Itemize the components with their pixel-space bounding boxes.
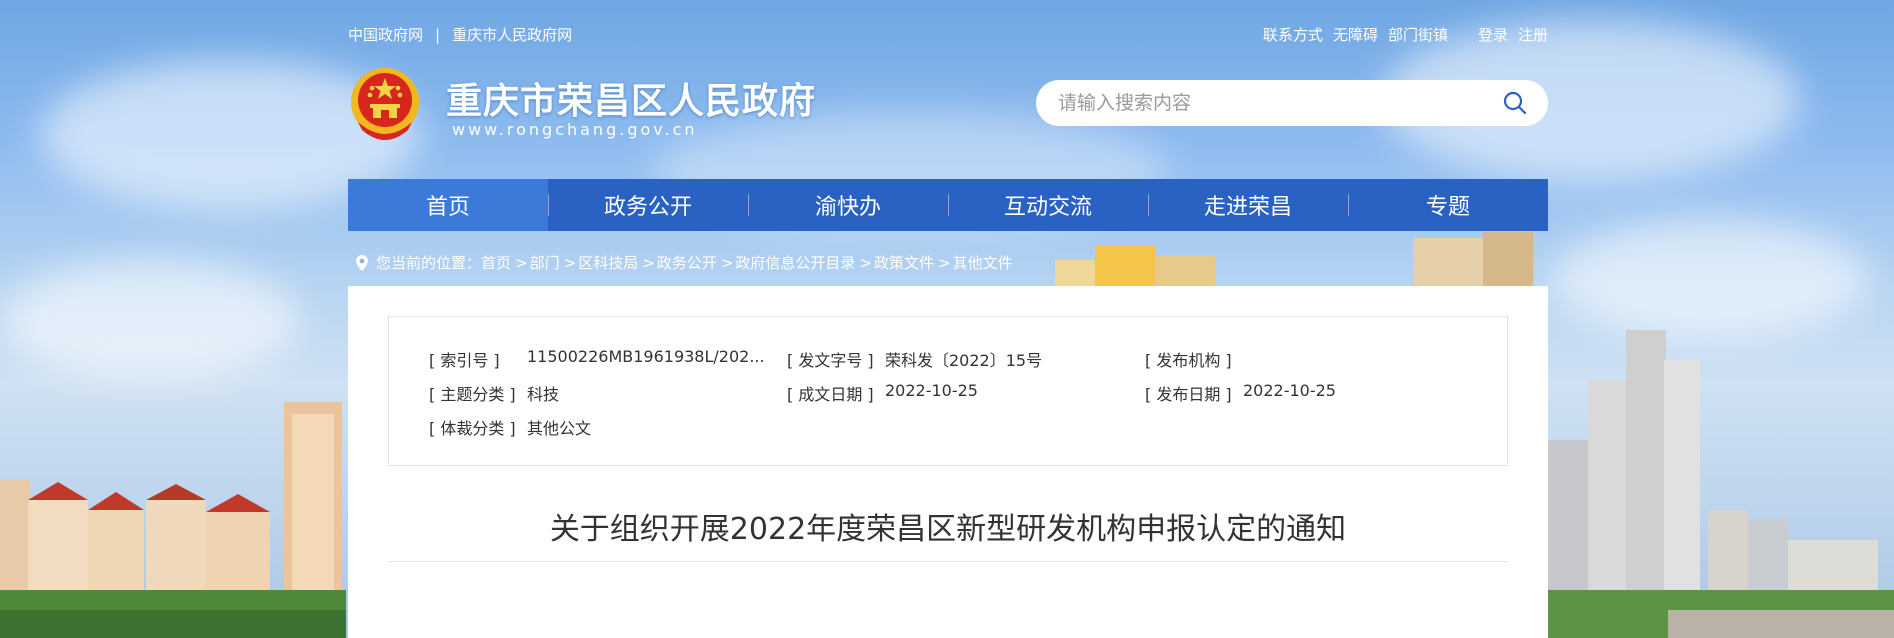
- title-divider: [388, 561, 1508, 562]
- site-title[interactable]: 重庆市荣昌区人民政府: [446, 72, 816, 124]
- breadcrumb-separator: >: [515, 253, 528, 272]
- breadcrumb-item[interactable]: 政务公开: [657, 252, 717, 273]
- breadcrumb-item[interactable]: 其他文件: [953, 252, 1013, 273]
- meta-cell-publish-date: [ 发布日期 ] 2022-10-25: [1145, 381, 1503, 405]
- meta-value-publish-date: 2022-10-25: [1243, 381, 1336, 400]
- search-icon[interactable]: [1502, 90, 1528, 116]
- gov-cn-link[interactable]: 中国政府网: [348, 24, 423, 45]
- nav-item-interaction[interactable]: 互动交流: [948, 179, 1148, 231]
- cq-gov-link[interactable]: 重庆市人民政府网: [452, 24, 572, 45]
- breadcrumb-separator: >: [642, 253, 655, 272]
- meta-row: [ 索引号 ] 11500226MB1961938L/202... [ 发文字号…: [429, 347, 1503, 371]
- nav-item-about-rongchang[interactable]: 走进荣昌: [1148, 179, 1348, 231]
- location-pin-icon: [356, 254, 368, 271]
- contact-link[interactable]: 联系方式: [1263, 24, 1323, 45]
- login-link[interactable]: 登录: [1478, 24, 1508, 45]
- site-url: www.rongchang.gov.cn: [452, 120, 698, 139]
- nav-item-yukuaiban[interactable]: 渝快办: [748, 179, 948, 231]
- breadcrumb-item[interactable]: 政府信息公开目录: [735, 252, 855, 273]
- meta-cell-topic: [ 主题分类 ] 科技: [429, 381, 787, 405]
- breadcrumb-item[interactable]: 首页: [481, 252, 511, 273]
- background-buildings-center: [1055, 246, 1215, 286]
- nav-item-topics[interactable]: 专题: [1348, 179, 1548, 231]
- accessibility-link[interactable]: 无障碍: [1333, 24, 1378, 45]
- meta-row: [ 主题分类 ] 科技 [ 成文日期 ] 2022-10-25 [ 发布日期 ]…: [429, 381, 1503, 405]
- national-emblem-icon[interactable]: [348, 64, 422, 144]
- breadcrumb-prefix: 您当前的位置：: [376, 254, 482, 272]
- meta-label: [ 主题分类 ]: [429, 385, 516, 404]
- meta-cell-index: [ 索引号 ] 11500226MB1961938L/202...: [429, 347, 787, 371]
- meta-label: [ 发文字号 ]: [787, 351, 874, 370]
- meta-value-written-date: 2022-10-25: [885, 381, 978, 400]
- meta-value-publisher: [1243, 347, 1483, 371]
- meta-label: [ 体裁分类 ]: [429, 419, 516, 438]
- meta-value-index-no: 11500226MB1961938L/202...: [527, 347, 765, 366]
- meta-cell-publisher: [ 发布机构 ]: [1145, 347, 1503, 371]
- breadcrumb-separator: >: [938, 253, 951, 272]
- breadcrumb-item[interactable]: 政策文件: [874, 252, 934, 273]
- link-separator: |: [435, 25, 441, 44]
- search-input[interactable]: [1056, 91, 1502, 115]
- breadcrumb-separator: >: [859, 253, 872, 272]
- utility-links: 联系方式 无障碍 部门街镇 登录 注册: [1263, 24, 1548, 45]
- document-title: 关于组织开展2022年度荣昌区新型研发机构申报认定的通知: [549, 512, 1347, 547]
- content-panel: [ 索引号 ] 11500226MB1961938L/202... [ 发文字号…: [348, 286, 1548, 638]
- meta-label: [ 发布机构 ]: [1145, 351, 1232, 370]
- meta-row: [ 体裁分类 ] 其他公文: [429, 415, 787, 439]
- background-buildings-right: [1548, 330, 1894, 638]
- nav-item-gov-affairs[interactable]: 政务公开: [548, 179, 748, 231]
- breadcrumb-separator: >: [563, 253, 577, 272]
- meta-label: [ 索引号 ]: [429, 351, 500, 370]
- breadcrumb-item[interactable]: 部门: [530, 252, 560, 273]
- meta-cell-genre: [ 体裁分类 ] 其他公文: [429, 415, 787, 439]
- main-nav: 首页 政务公开 渝快办 互动交流 走进荣昌 专题: [348, 179, 1548, 231]
- background-buildings-left: [0, 402, 346, 638]
- breadcrumb: 您当前的位置： 首页 > 部门 > 区科技局 > 政务公开 > 政府信息公开目录…: [356, 252, 1013, 273]
- meta-label: [ 发布日期 ]: [1145, 385, 1232, 404]
- breadcrumb-separator: >: [720, 253, 734, 272]
- meta-value-doc-no: 荣科发〔2022〕15号: [885, 351, 1043, 370]
- background-cloud: [0, 260, 300, 380]
- top-links: 中国政府网 | 重庆市人民政府网: [348, 24, 572, 45]
- search-box: [1036, 80, 1548, 126]
- meta-cell-written-date: [ 成文日期 ] 2022-10-25: [787, 381, 1145, 405]
- nav-item-home[interactable]: 首页: [348, 179, 548, 231]
- meta-label: [ 成文日期 ]: [787, 385, 874, 404]
- departments-link[interactable]: 部门街镇: [1388, 24, 1448, 45]
- meta-value-topic: 科技: [527, 385, 560, 404]
- document-meta-box: [ 索引号 ] 11500226MB1961938L/202... [ 发文字号…: [388, 316, 1508, 466]
- register-link[interactable]: 注册: [1518, 24, 1548, 45]
- background-buildings-center: [1413, 232, 1533, 286]
- meta-value-genre: 其他公文: [527, 419, 592, 438]
- meta-cell-doc-no: [ 发文字号 ] 荣科发〔2022〕15号: [787, 347, 1145, 371]
- breadcrumb-item[interactable]: 区科技局: [578, 252, 638, 273]
